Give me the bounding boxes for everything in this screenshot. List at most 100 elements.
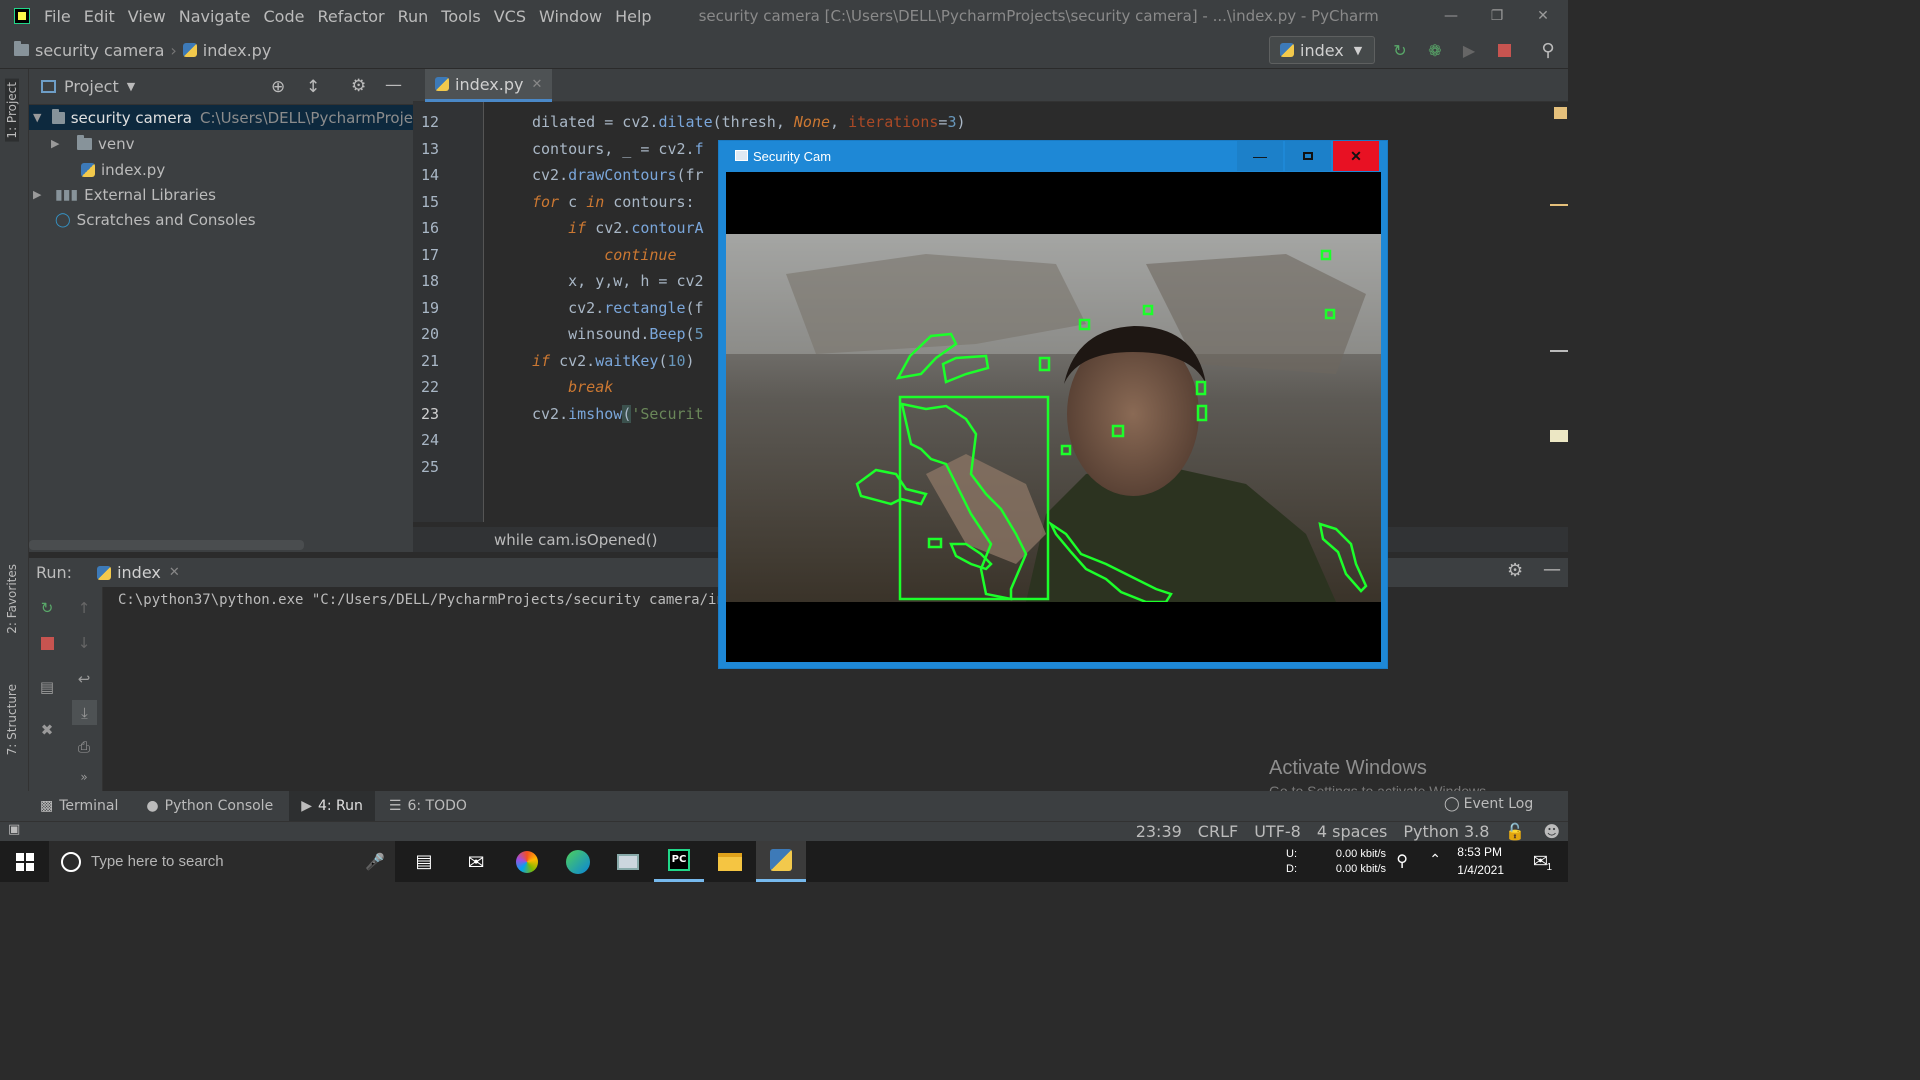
line-number: 25 bbox=[421, 458, 440, 476]
editor-vertical-scrollbar[interactable] bbox=[1550, 102, 1568, 552]
tree-item-external-libraries[interactable]: ▶ ▮▮▮ External Libraries bbox=[33, 182, 216, 207]
soft-wrap-icon[interactable]: ↩ bbox=[74, 669, 94, 689]
gear-icon[interactable]: ⚙ bbox=[1507, 560, 1523, 581]
tab-run[interactable]: ▶ 4: Run bbox=[289, 791, 375, 821]
toggle-panels-icon[interactable]: ▣ bbox=[8, 822, 20, 837]
collapse-all-icon[interactable]: ↕ bbox=[306, 77, 320, 97]
menu-code[interactable]: Code bbox=[264, 7, 305, 26]
print-icon[interactable]: ⎙ bbox=[74, 737, 94, 757]
event-log-button[interactable]: ◯ Event Log bbox=[1444, 796, 1533, 812]
tab-label: index.py bbox=[455, 74, 524, 94]
more-icon[interactable]: » bbox=[74, 767, 94, 787]
stop-icon[interactable] bbox=[1494, 40, 1514, 60]
chevron-down-icon[interactable]: ▼ bbox=[127, 80, 135, 93]
search-icon[interactable]: ⚲ bbox=[1538, 40, 1558, 61]
minimize-icon[interactable]: — bbox=[1237, 141, 1283, 171]
window-icon bbox=[735, 150, 748, 161]
file-explorer-icon[interactable] bbox=[705, 841, 755, 882]
mail-icon[interactable]: ✉ bbox=[451, 841, 501, 882]
chevron-up-icon[interactable]: ⌃ bbox=[1429, 851, 1441, 868]
clock-time[interactable]: 8:53 PM bbox=[1457, 845, 1502, 859]
python-file-icon bbox=[81, 162, 95, 177]
menu-run[interactable]: Run bbox=[398, 7, 429, 26]
indent-setting[interactable]: 4 spaces bbox=[1317, 822, 1388, 841]
security-cam-titlebar[interactable]: Security Cam — ✕ bbox=[719, 141, 1387, 171]
maximize-icon[interactable] bbox=[1285, 141, 1331, 171]
python-interpreter[interactable]: Python 3.8 bbox=[1403, 822, 1489, 841]
locate-icon[interactable]: ⊕ bbox=[271, 77, 285, 97]
stop-icon[interactable] bbox=[37, 633, 57, 653]
menu-help[interactable]: Help bbox=[615, 7, 651, 26]
clock-date[interactable]: 1/4/2021 bbox=[1457, 863, 1504, 877]
menu-vcs[interactable]: VCS bbox=[494, 7, 526, 26]
tab-favorites[interactable]: 2: Favorites bbox=[5, 564, 19, 634]
minimize-icon[interactable]: — bbox=[1428, 0, 1474, 32]
app-icon[interactable] bbox=[603, 841, 653, 882]
project-view-icon bbox=[41, 80, 56, 93]
coverage-icon[interactable]: ▶ bbox=[1459, 40, 1479, 60]
windows-start-icon[interactable] bbox=[0, 841, 50, 882]
python-taskbar-icon[interactable] bbox=[756, 841, 806, 882]
menu-refactor[interactable]: Refactor bbox=[317, 7, 384, 26]
pycharm-logo-icon bbox=[14, 8, 30, 24]
rerun-icon[interactable]: ↻ bbox=[1390, 40, 1410, 60]
menu-window[interactable]: Window bbox=[539, 7, 602, 26]
layout-icon[interactable]: ▤ bbox=[37, 677, 57, 697]
debug-icon[interactable]: ❁ bbox=[1425, 40, 1445, 60]
tab-terminal[interactable]: ▩ Terminal bbox=[28, 791, 130, 821]
menu-view[interactable]: View bbox=[128, 7, 166, 26]
line-separator[interactable]: CRLF bbox=[1198, 822, 1238, 841]
inspector-icon[interactable]: ☻ bbox=[1543, 822, 1560, 841]
people-icon[interactable]: ⚲ bbox=[1396, 851, 1408, 871]
horizontal-scrollbar[interactable] bbox=[29, 540, 304, 550]
code-line: continue bbox=[604, 246, 677, 264]
tree-item-scratches[interactable]: ◯ Scratches and Consoles bbox=[55, 207, 256, 232]
close-icon[interactable]: ✕ bbox=[1333, 141, 1379, 171]
photos-icon[interactable] bbox=[502, 841, 552, 882]
scroll-to-end-icon[interactable]: ⤓ bbox=[72, 700, 97, 725]
menu-edit[interactable]: Edit bbox=[84, 7, 115, 26]
menu-file[interactable]: File bbox=[44, 7, 71, 26]
close-tab-icon[interactable]: ✕ bbox=[169, 565, 180, 580]
tab-todo[interactable]: ☰ 6: TODO bbox=[377, 791, 479, 821]
microphone-icon[interactable]: 🎤 bbox=[365, 852, 385, 872]
file-encoding[interactable]: UTF-8 bbox=[1254, 822, 1301, 841]
rerun-icon[interactable]: ↻ bbox=[37, 598, 57, 618]
menu-tools[interactable]: Tools bbox=[441, 7, 480, 26]
breadcrumb-file[interactable]: index.py bbox=[203, 41, 271, 60]
code-line: winsound.Beep(5 bbox=[532, 325, 704, 343]
pycharm-taskbar-icon[interactable]: PC bbox=[654, 841, 704, 882]
menu-navigate[interactable]: Navigate bbox=[179, 7, 251, 26]
lock-icon[interactable]: 🔓 bbox=[1505, 822, 1525, 841]
restore-icon[interactable]: ❐ bbox=[1474, 0, 1520, 32]
taskbar-search-box[interactable]: Type here to search 🎤 bbox=[49, 841, 395, 882]
task-view-icon[interactable]: ▤ bbox=[399, 841, 449, 882]
edge-icon[interactable] bbox=[553, 841, 603, 882]
folder-icon bbox=[14, 41, 29, 56]
code-line: cv2.drawContours(fr bbox=[532, 166, 704, 184]
run-tab[interactable]: index bbox=[117, 563, 161, 582]
close-icon[interactable]: ✕ bbox=[1520, 0, 1566, 32]
project-panel-title[interactable]: Project bbox=[64, 77, 119, 96]
arrow-down-icon[interactable]: ↓ bbox=[74, 633, 94, 653]
tree-item-venv[interactable]: ▶ venv bbox=[51, 131, 135, 156]
gear-icon[interactable]: ⚙ bbox=[351, 76, 366, 96]
line-number: 20 bbox=[421, 325, 440, 343]
tab-project[interactable]: 1: Project bbox=[5, 79, 19, 142]
security-cam-window[interactable]: Security Cam — ✕ bbox=[718, 140, 1388, 669]
line-number: 12 bbox=[421, 113, 440, 131]
close-tab-icon[interactable]: ✕ bbox=[531, 77, 542, 92]
tab-python-console[interactable]: ● Python Console bbox=[134, 791, 285, 821]
run-config-dropdown[interactable]: index ▼ bbox=[1269, 36, 1375, 64]
arrow-up-icon[interactable]: ↑ bbox=[74, 598, 94, 618]
caret-position[interactable]: 23:39 bbox=[1136, 822, 1182, 841]
tree-item-index-py[interactable]: index.py bbox=[81, 157, 165, 182]
hide-icon[interactable]: — bbox=[1543, 559, 1561, 580]
hide-icon[interactable]: — bbox=[385, 75, 402, 95]
tab-index-py[interactable]: index.py ✕ bbox=[425, 69, 553, 102]
breadcrumb-project[interactable]: security camera bbox=[35, 41, 164, 60]
pin-icon[interactable]: ✖ bbox=[37, 720, 57, 740]
search-placeholder: Type here to search bbox=[91, 853, 224, 870]
tree-item-security-camera[interactable]: ▼ security camera C:\Users\DELL\PycharmP… bbox=[29, 105, 413, 130]
tab-structure[interactable]: 7: Structure bbox=[5, 684, 19, 755]
